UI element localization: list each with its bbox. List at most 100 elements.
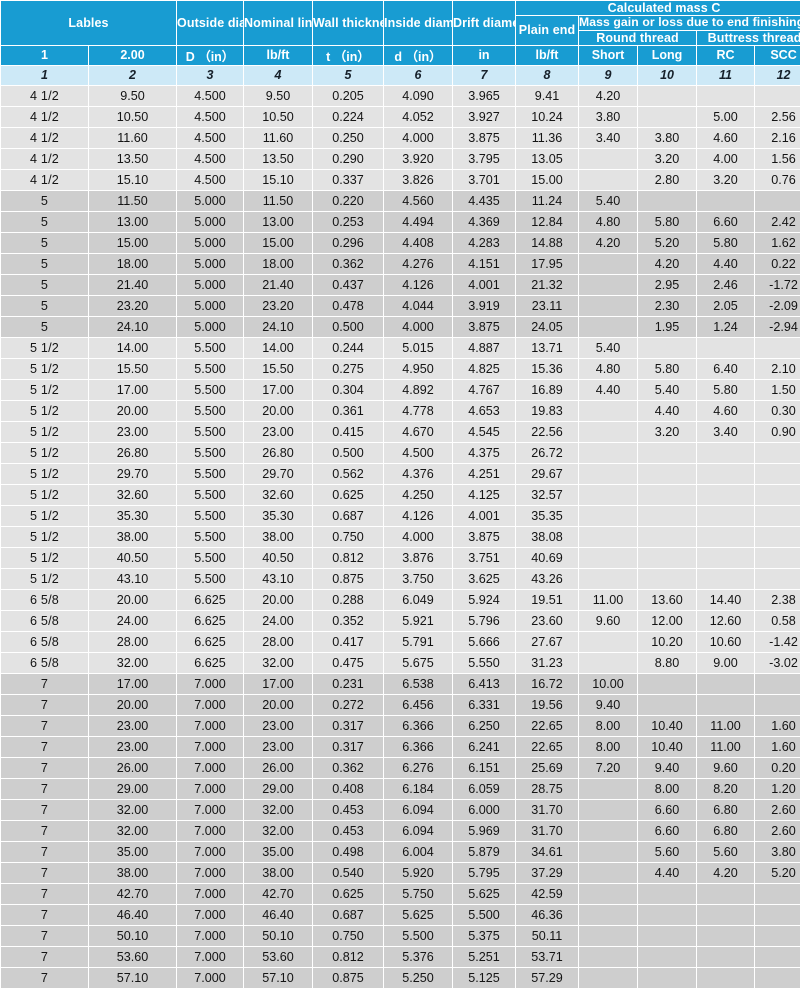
table-cell: 4.435 xyxy=(453,190,516,211)
table-cell: 9.50 xyxy=(244,85,313,106)
table-row: 5 15.00 5.000 15.00 0.296 4.408 4.283 14.88 4.20… xyxy=(1,232,800,253)
table-cell: 10.50 xyxy=(89,106,177,127)
table-cell: 4.560 xyxy=(384,190,453,211)
table-cell: 0.250 xyxy=(313,127,384,148)
table-cell: 5.000 xyxy=(177,274,244,295)
table-cell: 18.00 xyxy=(244,253,313,274)
table-cell: 19.83 xyxy=(516,400,579,421)
table-cell: 11.00 xyxy=(579,589,638,610)
table-cell: 20.00 xyxy=(89,694,177,715)
table-row: 5 1/2 23.00 5.500 23.00 0.415 4.670 4.545 22.56… xyxy=(1,421,800,442)
row-label: 5 1/2 xyxy=(1,484,88,505)
table-cell: 5.60 xyxy=(638,841,697,862)
table-cell: 5.500 xyxy=(177,526,244,547)
column-index-5: 5 xyxy=(313,65,384,85)
table-cell: 0.812 xyxy=(313,547,384,568)
table-cell: 0.540 xyxy=(313,862,384,883)
row-label: 7 xyxy=(1,967,88,988)
table-cell: 57.10 xyxy=(244,967,313,988)
table-cell: 23.00 xyxy=(89,421,177,442)
table-cell: 0.30 xyxy=(755,400,800,421)
row-label: 7 xyxy=(1,736,88,757)
table-cell: 43.10 xyxy=(89,568,177,589)
table-cell: 43.10 xyxy=(244,568,313,589)
casing-specification-sheet: Lables Outside diameter Nominal linear m… xyxy=(0,0,800,989)
table-row: 4 1/2 10.50 4.500 10.50 0.224 4.052 3.927 10.24… xyxy=(1,106,800,127)
table-cell: 4.20 xyxy=(579,232,638,253)
column-index-6: 6 xyxy=(384,65,453,85)
table-row: 5 1/2 43.10 5.500 43.10 0.875 3.750 3.625 43.26 xyxy=(1,568,800,589)
table-cell: 12.00 xyxy=(638,610,697,631)
table-cell: 0.875 xyxy=(313,568,384,589)
table-cell: 53.60 xyxy=(244,946,313,967)
table-cell: 0.337 xyxy=(313,169,384,190)
row-label: 5 1/2 xyxy=(1,337,88,358)
table-row: 7 26.00 7.000 26.00 0.362 6.276 6.151 25.69 7.20… xyxy=(1,757,800,778)
table-cell xyxy=(755,85,800,106)
table-cell: 2.95 xyxy=(638,274,697,295)
table-cell: 6.049 xyxy=(384,589,453,610)
table-cell: 35.35 xyxy=(516,505,579,526)
table-cell: 4.500 xyxy=(384,442,453,463)
table-row: 5 11.50 5.000 11.50 0.220 4.560 4.435 11.24 5.40 xyxy=(1,190,800,211)
row-label: 7 xyxy=(1,715,88,736)
table-cell xyxy=(638,463,697,484)
header-round-thread: Round thread xyxy=(579,30,697,45)
table-cell: 53.71 xyxy=(516,946,579,967)
table-cell: 27.67 xyxy=(516,631,579,652)
table-cell: 1.24 xyxy=(697,316,755,337)
row-label: 6 5/8 xyxy=(1,652,88,673)
table-cell xyxy=(579,568,638,589)
table-cell: 4.80 xyxy=(579,358,638,379)
table-cell: 0.290 xyxy=(313,148,384,169)
table-cell: 6.241 xyxy=(453,736,516,757)
units-inside-diameter: d （in） xyxy=(384,45,453,65)
table-cell: 0.417 xyxy=(313,631,384,652)
table-cell: 0.812 xyxy=(313,946,384,967)
table-row: 5 1/2 20.00 5.500 20.00 0.361 4.778 4.653 19.83… xyxy=(1,400,800,421)
table-cell: 6.40 xyxy=(697,358,755,379)
table-cell: 9.40 xyxy=(579,694,638,715)
table-cell: 7.000 xyxy=(177,925,244,946)
table-cell: 14.40 xyxy=(697,589,755,610)
row-label: 4 1/2 xyxy=(1,148,88,169)
row-label: 6 5/8 xyxy=(1,610,88,631)
table-cell: 22.56 xyxy=(516,421,579,442)
table-cell: 4.000 xyxy=(384,316,453,337)
table-cell xyxy=(638,505,697,526)
header-row-index: 1 2 3 4 5 6 7 8 9 10 11 12 xyxy=(1,65,800,85)
table-cell: 6.094 xyxy=(384,820,453,841)
row-label: 5 1/2 xyxy=(1,358,88,379)
table-cell: 15.10 xyxy=(244,169,313,190)
table-cell: -2.94 xyxy=(755,316,800,337)
table-cell xyxy=(697,904,755,925)
table-cell: 5.500 xyxy=(177,568,244,589)
table-cell: 5.125 xyxy=(453,967,516,988)
table-cell xyxy=(638,337,697,358)
table-cell: 9.41 xyxy=(516,85,579,106)
table-cell: 0.453 xyxy=(313,820,384,841)
table-cell: 35.30 xyxy=(89,505,177,526)
table-cell: 23.00 xyxy=(244,736,313,757)
table-cell: 25.69 xyxy=(516,757,579,778)
table-cell: 5.000 xyxy=(177,295,244,316)
table-cell: 9.40 xyxy=(638,757,697,778)
table-cell: 5.000 xyxy=(177,316,244,337)
table-cell xyxy=(638,442,697,463)
header-buttress-thread: Buttress thread xyxy=(697,30,800,45)
table-cell: 14.00 xyxy=(89,337,177,358)
table-row: 5 1/2 15.50 5.500 15.50 0.275 4.950 4.825 15.36… xyxy=(1,358,800,379)
table-cell: 13.50 xyxy=(244,148,313,169)
table-cell: 5.500 xyxy=(453,904,516,925)
table-row: 5 1/2 38.00 5.500 38.00 0.750 4.000 3.875 38.08 xyxy=(1,526,800,547)
table-cell: 4.80 xyxy=(579,211,638,232)
row-label: 4 1/2 xyxy=(1,85,88,106)
table-cell: 4.500 xyxy=(177,169,244,190)
table-cell: 3.80 xyxy=(579,106,638,127)
table-cell: 5.795 xyxy=(453,862,516,883)
table-row: 4 1/2 13.50 4.500 13.50 0.290 3.920 3.795 13.05… xyxy=(1,148,800,169)
table-cell: 15.00 xyxy=(244,232,313,253)
table-cell: 1.62 xyxy=(755,232,800,253)
table-cell: 3.625 xyxy=(453,568,516,589)
table-cell xyxy=(638,526,697,547)
